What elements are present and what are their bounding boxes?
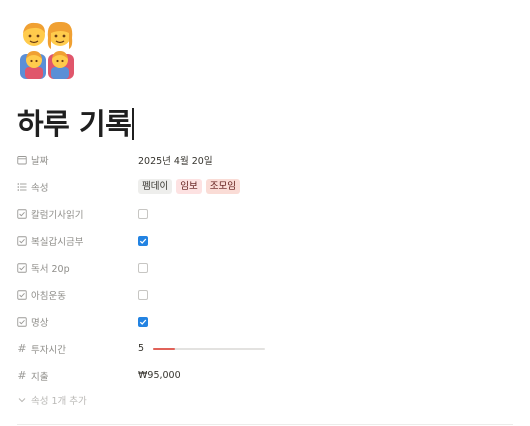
property-column-reading-value: [138, 208, 517, 219]
family-emoji-icon[interactable]: [17, 19, 77, 79]
checkbox-bokshil[interactable]: [138, 235, 148, 246]
property-name-label: 아침운동: [31, 290, 66, 302]
property-morning-exercise: 아침운동: [17, 281, 517, 308]
checkbox-column-reading[interactable]: [138, 208, 148, 219]
property-meditation-value: [138, 316, 517, 327]
property-bokshil-name[interactable]: 복실갑시금부: [17, 234, 138, 248]
properties-divider: [17, 424, 513, 425]
page-title[interactable]: 하루 기록: [17, 104, 134, 144]
number-icon: #: [17, 369, 27, 382]
expense-value: ₩95,000: [138, 370, 181, 381]
property-expense: # 지출 ₩95,000: [17, 362, 517, 389]
number-icon: #: [17, 342, 27, 355]
property-column-reading: 칼럼기사읽기: [17, 200, 517, 227]
progress-bar: [153, 347, 266, 350]
property-morning-exercise-name[interactable]: 아침운동: [17, 288, 138, 302]
date-value: 2025년 4월 20일: [138, 155, 213, 167]
property-date-value[interactable]: 2025년 4월 20일: [138, 153, 517, 167]
property-meditation: 명상: [17, 308, 517, 335]
calendar-icon: [17, 155, 27, 165]
property-reading-20p-name[interactable]: 독서 20p: [17, 261, 138, 275]
property-tags-name[interactable]: 속성: [17, 180, 138, 194]
add-property-button[interactable]: 속성 1개 추가: [17, 389, 517, 411]
property-reading-20p-value: [138, 262, 517, 273]
number-value: 5: [138, 343, 145, 354]
property-tags: 속성 펨데이 임보 조모임: [17, 173, 517, 200]
property-name-label: 칼럼기사읽기: [31, 209, 84, 221]
property-name-label: 명상: [31, 317, 49, 329]
checkbox-icon: [17, 262, 27, 273]
checkbox-icon: [17, 208, 27, 219]
checkmark-icon: [139, 238, 147, 244]
property-name-label: 속성: [31, 182, 49, 194]
list-icon: [17, 182, 27, 192]
add-property-label: 속성 1개 추가: [31, 396, 87, 407]
tag-pemday[interactable]: 펨데이: [138, 179, 173, 194]
checkmark-icon: [139, 319, 147, 325]
chevron-down-icon: [17, 395, 27, 405]
checkbox-icon: [17, 235, 27, 246]
property-column-reading-name[interactable]: 칼럼기사읽기: [17, 207, 138, 221]
property-investment-time-value[interactable]: 5: [138, 343, 517, 354]
property-name-label: 독서 20p: [31, 263, 70, 275]
checkbox-meditation[interactable]: [138, 316, 148, 327]
checkbox-icon: [17, 289, 27, 300]
properties-list: 날짜 2025년 4월 20일 속성 펨데이 임보 조모임 칼럼기사읽기 복실갑…: [17, 146, 517, 411]
property-name-label: 날짜: [31, 155, 49, 167]
tag-imbo[interactable]: 임보: [176, 179, 202, 194]
page-title-text[interactable]: 하루 기록: [17, 107, 132, 141]
property-morning-exercise-value: [138, 289, 517, 300]
property-bokshil-value: [138, 235, 517, 246]
property-investment-time: # 투자시간 5: [17, 335, 517, 362]
checkbox-morning-exercise[interactable]: [138, 289, 148, 300]
property-expense-value[interactable]: ₩95,000: [138, 370, 517, 381]
progress-bar-fill: [153, 347, 176, 350]
property-name-label: 복실갑시금부: [31, 236, 84, 248]
property-date: 날짜 2025년 4월 20일: [17, 146, 517, 173]
page: 하루 기록 날짜 2025년 4월 20일 속성 펨데이 임보 조모임 칼럼기사…: [0, 0, 530, 426]
text-cursor: [132, 108, 134, 140]
property-tags-value[interactable]: 펨데이 임보 조모임: [138, 179, 517, 194]
tag-jomoim[interactable]: 조모임: [205, 179, 240, 194]
property-name-label: 지출: [31, 371, 49, 383]
checkbox-icon: [17, 316, 27, 327]
property-date-name[interactable]: 날짜: [17, 153, 138, 167]
property-meditation-name[interactable]: 명상: [17, 315, 138, 329]
property-reading-20p: 독서 20p: [17, 254, 517, 281]
checkbox-reading-20p[interactable]: [138, 262, 148, 273]
property-name-label: 투자시간: [31, 344, 66, 356]
property-investment-time-name[interactable]: # 투자시간: [17, 342, 138, 356]
property-bokshil: 복실갑시금부: [17, 227, 517, 254]
property-expense-name[interactable]: # 지출: [17, 369, 138, 383]
